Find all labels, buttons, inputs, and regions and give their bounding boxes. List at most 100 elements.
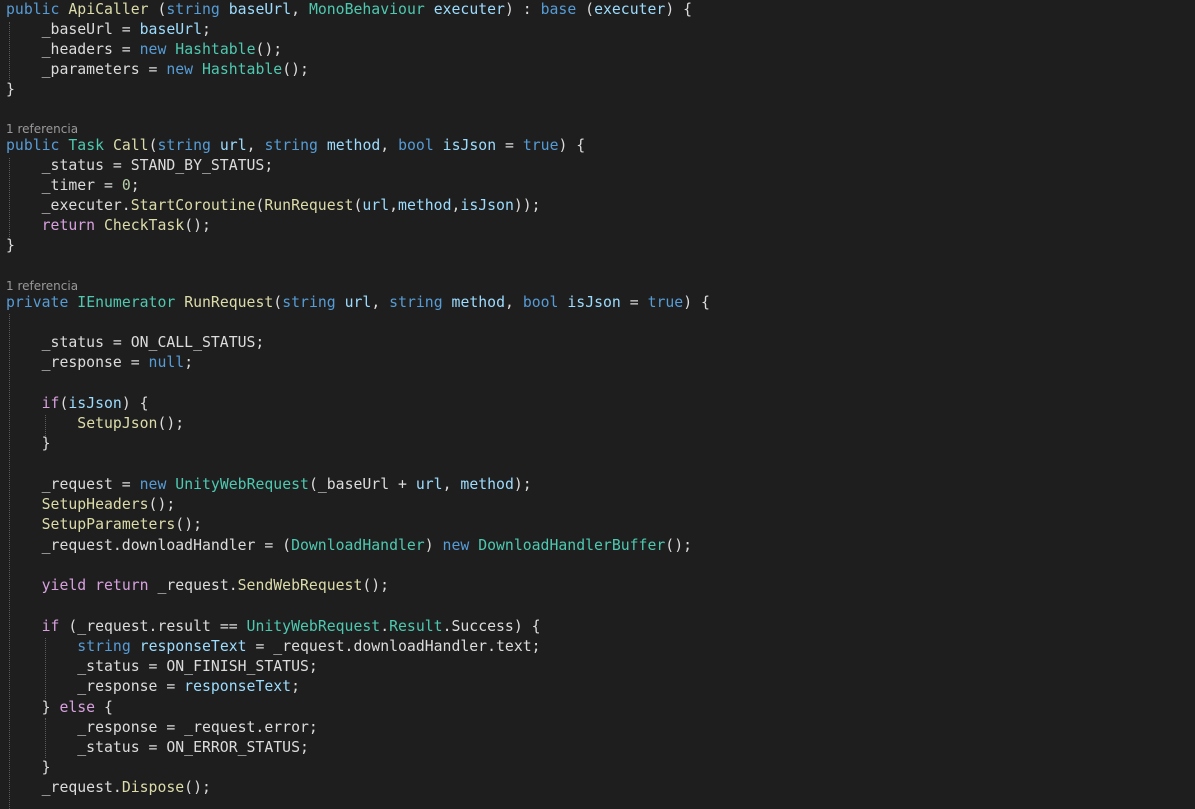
code-token: string — [282, 294, 336, 311]
code-line[interactable]: _headers = new Hashtable(); — [6, 40, 283, 60]
code-line[interactable]: _request = new UnityWebRequest(_baseUrl … — [6, 475, 532, 495]
code-token: _timer = — [6, 177, 122, 194]
code-token: , — [371, 294, 390, 311]
code-token: = — [620, 294, 648, 311]
code-token: method — [451, 294, 505, 311]
code-line[interactable]: _timer = 0; — [6, 176, 140, 196]
code-token: string — [389, 294, 443, 311]
code-line[interactable]: _response = null; — [6, 353, 193, 373]
code-token: string — [264, 137, 318, 154]
code-line[interactable]: _status = ON_ERROR_STATUS; — [6, 738, 309, 758]
code-line[interactable]: _status = ON_CALL_STATUS; — [6, 333, 265, 353]
code-line[interactable]: SetupParameters(); — [6, 515, 202, 535]
code-line[interactable]: } else { — [6, 698, 113, 718]
code-token: (); — [184, 217, 211, 234]
code-token: SetupJson — [77, 415, 158, 432]
code-editor[interactable]: 1 referencia 1 referencia public ApiCall… — [0, 0, 1195, 809]
code-token: isJson — [68, 395, 122, 412]
code-line[interactable]: _request.Dispose(); — [6, 778, 211, 798]
code-token: _executer. — [6, 197, 131, 214]
code-line[interactable]: _parameters = new Hashtable(); — [6, 60, 309, 80]
code-token: url — [344, 294, 372, 311]
code-line[interactable]: _executer.StartCoroutine(RunRequest(url,… — [6, 196, 541, 216]
code-token: DownloadHandlerBuffer — [478, 537, 666, 554]
code-line[interactable]: yield return _request.SendWebRequest(); — [6, 576, 389, 596]
code-token: ) { — [683, 294, 710, 311]
code-token: string — [77, 638, 131, 655]
code-token: if — [41, 395, 60, 412]
code-line[interactable]: _status = ON_FINISH_STATUS; — [6, 657, 318, 677]
code-line[interactable]: return CheckTask(); — [6, 216, 211, 236]
code-token: new — [442, 537, 470, 554]
code-token: } — [6, 81, 15, 98]
code-token: executer — [594, 1, 666, 18]
code-line[interactable]: SetupJson(); — [6, 414, 184, 434]
code-token: true — [522, 137, 559, 154]
code-line[interactable]: } — [6, 80, 15, 100]
code-token: responseText — [139, 638, 247, 655]
code-token: ) { — [121, 395, 149, 412]
code-token: isJson — [442, 137, 497, 154]
code-token: url — [219, 137, 247, 154]
code-token: } — [6, 759, 51, 776]
code-token: _response = — [6, 354, 149, 371]
code-token: Result — [389, 618, 443, 635]
code-token: Call — [112, 137, 149, 154]
code-token: (); — [362, 577, 390, 594]
code-token: Task — [68, 137, 105, 154]
code-line[interactable]: _request.downloadHandler = (DownloadHand… — [6, 536, 692, 556]
code-token: ; — [130, 177, 140, 194]
code-line[interactable]: if (_request.result == UnityWebRequest.R… — [6, 617, 541, 637]
code-token: (_request.result == — [59, 618, 247, 635]
code-token: isJson — [567, 294, 621, 311]
code-token: bool — [398, 137, 434, 154]
code-line[interactable]: _response = _request.error; — [6, 718, 318, 738]
code-token: IEnumerator — [77, 294, 176, 311]
code-line[interactable]: public ApiCaller (string baseUrl, MonoBe… — [6, 0, 692, 20]
code-token: { — [95, 699, 113, 716]
code-token: return — [41, 217, 96, 234]
code-token: (); — [665, 537, 693, 554]
code-token: isJson — [460, 197, 514, 214]
code-token: ( — [148, 137, 158, 154]
code-line[interactable]: } — [6, 434, 51, 454]
code-line[interactable]: _baseUrl = baseUrl; — [6, 20, 211, 40]
code-token: _request. — [6, 779, 122, 796]
code-line[interactable]: string responseText = _request.downloadH… — [6, 637, 540, 657]
code-token: } — [6, 237, 15, 254]
code-line[interactable]: public Task Call(string url, string meth… — [6, 136, 585, 156]
code-token: ; — [291, 678, 300, 695]
code-line[interactable]: if(isJson) { — [6, 394, 149, 414]
code-token: , — [442, 476, 461, 493]
code-token: yield return — [41, 577, 149, 594]
code-line[interactable]: _status = STAND_BY_STATUS; — [6, 156, 274, 176]
code-token: ); — [513, 476, 532, 493]
code-line[interactable]: SetupHeaders(); — [6, 495, 176, 515]
code-token: executer — [433, 1, 505, 18]
code-token: (); — [175, 516, 203, 533]
code-token: (); — [255, 41, 283, 58]
code-token: new — [139, 41, 167, 58]
code-line[interactable]: _response = responseText; — [6, 677, 300, 697]
code-token: url — [362, 197, 390, 214]
code-line[interactable]: } — [6, 758, 51, 778]
code-token: _status = STAND_BY_STATUS; — [6, 157, 274, 174]
codelens-call-references[interactable]: 1 referencia — [6, 122, 78, 136]
code-token: )); — [513, 197, 541, 214]
code-line[interactable]: private IEnumerator RunRequest(string ur… — [6, 293, 710, 313]
code-token: baseUrl — [139, 21, 202, 38]
code-token: _response = — [6, 678, 185, 695]
code-line[interactable]: } — [6, 236, 15, 256]
code-token: _headers = — [6, 41, 140, 58]
codelens-runrequest-references[interactable]: 1 referencia — [6, 279, 78, 293]
